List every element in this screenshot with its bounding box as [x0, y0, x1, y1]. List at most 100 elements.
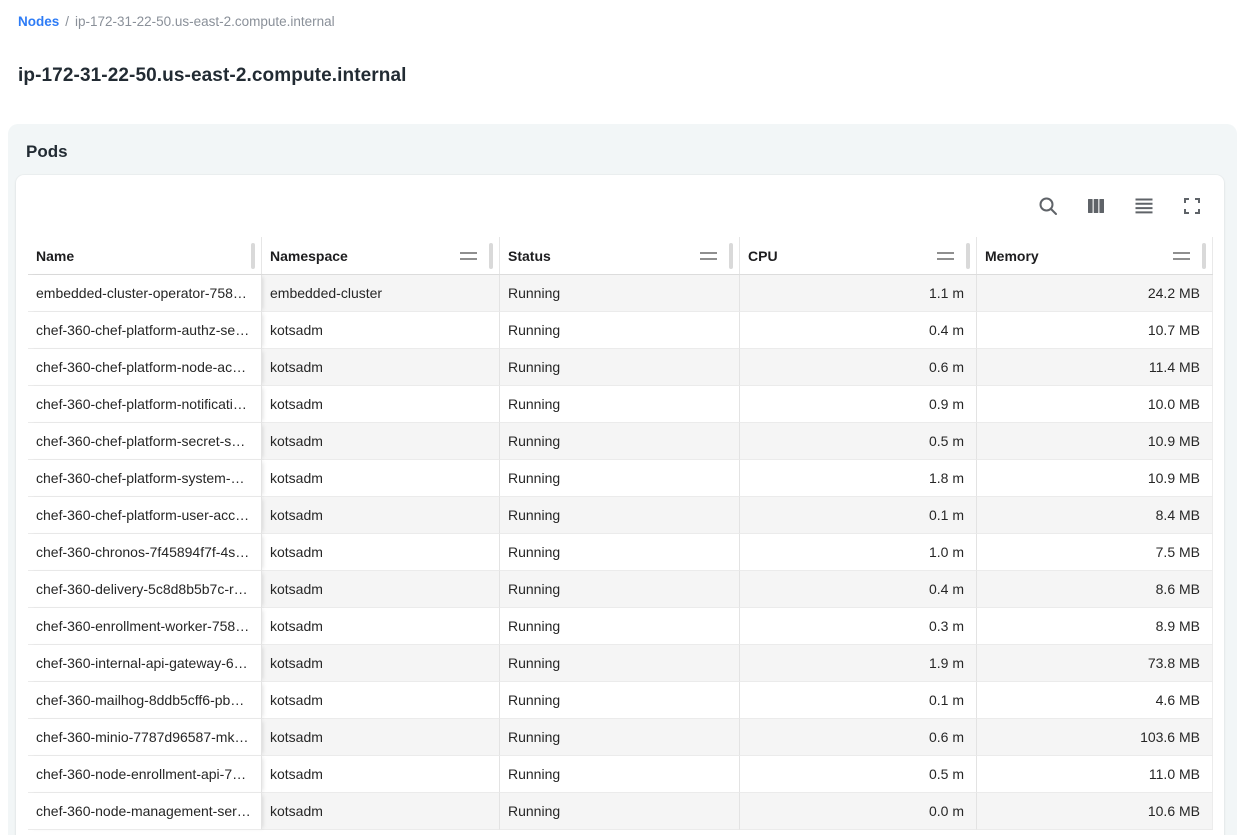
pod-cpu-cell: 1.9 m	[740, 645, 977, 682]
pod-memory-cell: 73.8 MB	[977, 645, 1213, 682]
pod-status-cell: Running	[500, 608, 740, 645]
pod-namespace-cell: kotsadm	[262, 386, 500, 423]
pod-status-cell: Running	[500, 534, 740, 571]
column-header-name-label[interactable]: Name	[36, 248, 74, 264]
pod-status-cell: Running	[500, 386, 740, 423]
table-row: chef-360-chef-platform-system-… kotsadm …	[28, 460, 1213, 497]
pod-name-cell: chef-360-chef-platform-system-…	[28, 460, 262, 497]
pod-name-cell: embedded-cluster-operator-758…	[28, 275, 262, 312]
pod-namespace-cell: kotsadm	[262, 534, 500, 571]
column-drag-handle-icon[interactable]	[460, 252, 477, 260]
pod-name-cell: chef-360-enrollment-worker-758…	[28, 608, 262, 645]
pod-name-cell: chef-360-internal-api-gateway-6…	[28, 645, 262, 682]
pod-status-cell: Running	[500, 423, 740, 460]
pod-namespace-cell: kotsadm	[262, 756, 500, 793]
pod-cpu-cell: 1.0 m	[740, 534, 977, 571]
table-row: chef-360-chef-platform-node-ac… kotsadm …	[28, 349, 1213, 386]
pod-cpu-cell: 0.1 m	[740, 682, 977, 719]
pod-cpu-cell: 0.5 m	[740, 423, 977, 460]
pod-cpu-cell: 1.1 m	[740, 275, 977, 312]
pod-memory-cell: 11.4 MB	[977, 349, 1213, 386]
column-resize-handle[interactable]	[251, 243, 255, 269]
pod-cpu-cell: 0.3 m	[740, 608, 977, 645]
pod-namespace-cell: kotsadm	[262, 571, 500, 608]
pod-cpu-cell: 0.0 m	[740, 793, 977, 830]
pod-status-cell: Running	[500, 645, 740, 682]
pod-cpu-cell: 0.9 m	[740, 386, 977, 423]
column-drag-handle-icon[interactable]	[937, 252, 954, 260]
search-button[interactable]	[1032, 190, 1064, 222]
pod-status-cell: Running	[500, 793, 740, 830]
pod-namespace-cell: kotsadm	[262, 682, 500, 719]
table-row: chef-360-internal-api-gateway-6… kotsadm…	[28, 645, 1213, 682]
table-row: chef-360-delivery-5c8d8b5b7c-r… kotsadm …	[28, 571, 1213, 608]
table-row: chef-360-chef-platform-secret-s… kotsadm…	[28, 423, 1213, 460]
pod-namespace-cell: kotsadm	[262, 460, 500, 497]
table-row: embedded-cluster-operator-758… embedded-…	[28, 275, 1213, 312]
pod-memory-cell: 8.6 MB	[977, 571, 1213, 608]
show-hide-columns-button[interactable]	[1080, 190, 1112, 222]
table-row: chef-360-minio-7787d96587-mk… kotsadm Ru…	[28, 719, 1213, 756]
breadcrumb: Nodes / ip-172-31-22-50.us-east-2.comput…	[0, 0, 1259, 29]
pod-cpu-cell: 0.6 m	[740, 349, 977, 386]
pod-status-cell: Running	[500, 719, 740, 756]
pod-name-cell: chef-360-mailhog-8ddb5cff6-pb…	[28, 682, 262, 719]
pod-memory-cell: 10.9 MB	[977, 423, 1213, 460]
breadcrumb-separator: /	[65, 14, 69, 29]
column-resize-handle[interactable]	[489, 243, 493, 269]
view-columns-icon	[1084, 194, 1108, 218]
pod-name-cell: chef-360-chef-platform-node-ac…	[28, 349, 262, 386]
pod-name-cell: chef-360-chronos-7f45894f7f-4s…	[28, 534, 262, 571]
pods-table-card: Name Namespace Status CPU	[16, 175, 1224, 835]
pod-name-cell: chef-360-chef-platform-notificati…	[28, 386, 262, 423]
pod-cpu-cell: 0.4 m	[740, 312, 977, 349]
pod-memory-cell: 10.7 MB	[977, 312, 1213, 349]
pod-status-cell: Running	[500, 275, 740, 312]
pod-status-cell: Running	[500, 312, 740, 349]
pod-memory-cell: 24.2 MB	[977, 275, 1213, 312]
density-icon	[1132, 194, 1156, 218]
column-resize-handle[interactable]	[1202, 243, 1206, 269]
pod-namespace-cell: kotsadm	[262, 349, 500, 386]
pod-cpu-cell: 1.8 m	[740, 460, 977, 497]
table-row: chef-360-node-enrollment-api-7… kotsadm …	[28, 756, 1213, 793]
pod-namespace-cell: kotsadm	[262, 608, 500, 645]
pod-namespace-cell: kotsadm	[262, 497, 500, 534]
pod-name-cell: chef-360-chef-platform-user-acc…	[28, 497, 262, 534]
table-row: chef-360-mailhog-8ddb5cff6-pb… kotsadm R…	[28, 682, 1213, 719]
column-header-memory-label[interactable]: Memory	[985, 248, 1039, 264]
column-drag-handle-icon[interactable]	[700, 252, 717, 260]
column-header-status-label[interactable]: Status	[508, 248, 551, 264]
pod-memory-cell: 4.6 MB	[977, 682, 1213, 719]
pod-status-cell: Running	[500, 349, 740, 386]
pod-status-cell: Running	[500, 682, 740, 719]
toggle-fullscreen-button[interactable]	[1176, 190, 1208, 222]
column-header-status: Status	[500, 237, 740, 274]
pod-cpu-cell: 0.5 m	[740, 756, 977, 793]
column-resize-handle[interactable]	[966, 243, 970, 269]
breadcrumb-link-nodes[interactable]: Nodes	[18, 14, 59, 29]
column-drag-handle-icon[interactable]	[1173, 252, 1190, 260]
pod-name-cell: chef-360-node-management-ser…	[28, 793, 262, 830]
table-header-row: Name Namespace Status CPU	[28, 237, 1213, 275]
column-header-namespace-label[interactable]: Namespace	[270, 248, 348, 264]
pod-status-cell: Running	[500, 571, 740, 608]
column-header-cpu-label[interactable]: CPU	[748, 248, 778, 264]
table-row: chef-360-enrollment-worker-758… kotsadm …	[28, 608, 1213, 645]
pod-memory-cell: 11.0 MB	[977, 756, 1213, 793]
pod-namespace-cell: embedded-cluster	[262, 275, 500, 312]
column-resize-handle[interactable]	[729, 243, 733, 269]
column-header-namespace: Namespace	[262, 237, 500, 274]
table-row: chef-360-chef-platform-user-acc… kotsadm…	[28, 497, 1213, 534]
table-row: chef-360-chef-platform-notificati… kotsa…	[28, 386, 1213, 423]
pod-name-cell: chef-360-chef-platform-secret-s…	[28, 423, 262, 460]
toggle-density-button[interactable]	[1128, 190, 1160, 222]
pod-memory-cell: 7.5 MB	[977, 534, 1213, 571]
column-header-memory: Memory	[977, 237, 1213, 274]
pod-memory-cell: 8.9 MB	[977, 608, 1213, 645]
pod-namespace-cell: kotsadm	[262, 312, 500, 349]
pod-memory-cell: 8.4 MB	[977, 497, 1213, 534]
pod-cpu-cell: 0.6 m	[740, 719, 977, 756]
pod-memory-cell: 103.6 MB	[977, 719, 1213, 756]
breadcrumb-current: ip-172-31-22-50.us-east-2.compute.intern…	[75, 14, 335, 29]
